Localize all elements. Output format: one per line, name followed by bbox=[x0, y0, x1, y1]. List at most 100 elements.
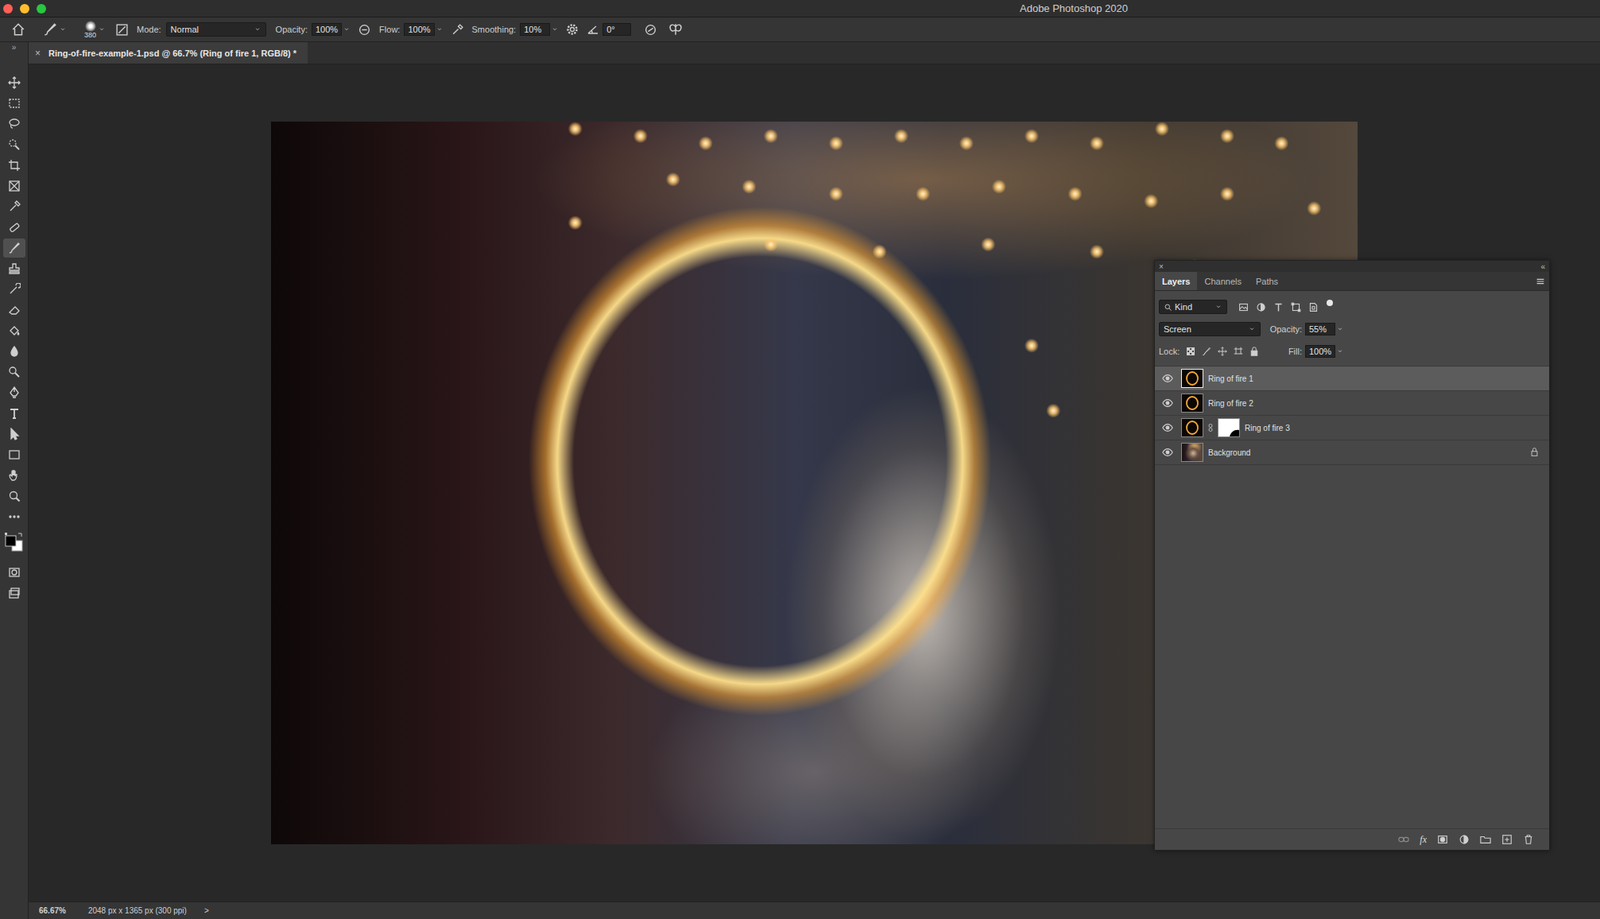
mode-dropdown[interactable]: Normal bbox=[166, 22, 267, 37]
tool-button[interactable] bbox=[3, 114, 26, 134]
tool-button[interactable] bbox=[3, 383, 26, 403]
mask-thumbnail[interactable] bbox=[1217, 418, 1240, 438]
hand-icon[interactable] bbox=[7, 468, 21, 482]
pen-icon[interactable] bbox=[7, 386, 21, 400]
document-tab[interactable]: ×Ring-of-fire-example-1.psd @ 66.7% (Rin… bbox=[28, 42, 308, 64]
eyedropper-icon[interactable] bbox=[7, 200, 21, 214]
pressure-opacity-icon[interactable] bbox=[357, 23, 372, 37]
home-icon[interactable] bbox=[11, 22, 26, 37]
blur-icon[interactable] bbox=[7, 344, 21, 358]
lock-artboard-icon[interactable] bbox=[1233, 346, 1244, 357]
crop-icon[interactable] bbox=[7, 158, 21, 172]
panel-collapse[interactable]: « bbox=[1540, 262, 1546, 272]
tool-button[interactable] bbox=[3, 321, 26, 341]
zoom-button[interactable] bbox=[36, 3, 47, 14]
layer-row[interactable]: Ring of fire 1 bbox=[1154, 366, 1550, 392]
tool-button[interactable] bbox=[3, 403, 26, 423]
shape-filter-icon[interactable] bbox=[1290, 302, 1302, 313]
healing-icon[interactable] bbox=[7, 220, 21, 234]
blend-mode-dropdown[interactable]: Screen bbox=[1158, 321, 1261, 337]
toolbar-expand[interactable]: » bbox=[11, 43, 17, 55]
caret-icon[interactable] bbox=[97, 25, 106, 34]
tool-button[interactable] bbox=[3, 465, 26, 485]
lock-position-icon[interactable] bbox=[1217, 346, 1228, 357]
type-filter-icon[interactable] bbox=[1273, 302, 1284, 313]
caret-icon[interactable] bbox=[58, 25, 67, 34]
tool-button[interactable] bbox=[3, 486, 26, 506]
tool-button[interactable] bbox=[3, 562, 26, 582]
zoom-icon[interactable] bbox=[7, 489, 21, 503]
visibility-toggle[interactable] bbox=[1161, 396, 1174, 410]
history-brush-icon[interactable] bbox=[7, 282, 21, 296]
smoothing-field[interactable]: 10% bbox=[519, 22, 560, 37]
visibility-toggle[interactable] bbox=[1161, 371, 1174, 385]
tool-button[interactable] bbox=[3, 197, 26, 217]
tool-button[interactable] bbox=[3, 424, 26, 444]
opacity-field[interactable]: 100% bbox=[311, 22, 352, 37]
tool-button[interactable] bbox=[3, 93, 26, 113]
new-group-icon[interactable] bbox=[1479, 833, 1492, 845]
filter-kind-dropdown[interactable]: Kind bbox=[1158, 299, 1228, 314]
panel-tab[interactable]: Layers bbox=[1154, 271, 1198, 291]
status-menu-arrow[interactable]: > bbox=[204, 906, 210, 915]
angle-field[interactable]: 0° bbox=[602, 22, 632, 37]
stamp-icon[interactable] bbox=[7, 262, 21, 276]
layer-style-button[interactable]: fx bbox=[1419, 833, 1427, 846]
lock-all-icon[interactable] bbox=[1249, 346, 1260, 357]
lock-transparent-icon[interactable] bbox=[1185, 346, 1196, 357]
tool-button[interactable] bbox=[3, 217, 26, 237]
visibility-toggle[interactable] bbox=[1161, 445, 1174, 459]
add-mask-icon[interactable] bbox=[1437, 833, 1449, 845]
smart-object-filter-icon[interactable] bbox=[1308, 302, 1319, 313]
airbrush-icon[interactable] bbox=[450, 23, 465, 37]
dodge-icon[interactable] bbox=[7, 365, 21, 379]
angle-icon[interactable] bbox=[586, 23, 600, 36]
fill-field[interactable]: 100% bbox=[1305, 344, 1345, 359]
tool-button[interactable] bbox=[3, 135, 26, 155]
marquee-icon[interactable] bbox=[7, 96, 21, 110]
adjustment-filter-icon[interactable] bbox=[1255, 302, 1267, 313]
tool-button[interactable] bbox=[3, 362, 26, 382]
tool-button[interactable] bbox=[3, 238, 26, 258]
eraser-icon[interactable] bbox=[7, 303, 21, 317]
panel-tab[interactable]: Paths bbox=[1248, 271, 1286, 291]
tool-button[interactable] bbox=[3, 300, 26, 320]
tool-button[interactable] bbox=[3, 259, 26, 279]
link-layers-icon[interactable] bbox=[1398, 833, 1410, 845]
layer-row[interactable]: Ring of fire 3 bbox=[1154, 415, 1550, 441]
new-layer-icon[interactable] bbox=[1501, 833, 1513, 845]
tool-button[interactable] bbox=[3, 176, 26, 196]
more-tools-icon[interactable] bbox=[7, 510, 21, 524]
rectangle-icon[interactable] bbox=[7, 448, 21, 462]
move-icon[interactable] bbox=[7, 76, 21, 90]
tool-button[interactable] bbox=[3, 73, 26, 93]
gear-icon[interactable] bbox=[565, 23, 579, 36]
tool-button[interactable] bbox=[3, 583, 26, 603]
layer-row[interactable]: Ring of fire 2 bbox=[1154, 391, 1550, 416]
link-icon[interactable] bbox=[1206, 423, 1215, 432]
frame-icon[interactable] bbox=[7, 179, 21, 193]
minimize-button[interactable] bbox=[19, 3, 30, 14]
panel-tab[interactable]: Channels bbox=[1197, 271, 1248, 291]
tool-button[interactable] bbox=[3, 341, 26, 361]
brush-settings-icon[interactable] bbox=[115, 23, 129, 37]
brush-icon[interactable] bbox=[7, 241, 21, 255]
color-swatches-icon[interactable] bbox=[4, 532, 24, 554]
bucket-icon[interactable] bbox=[7, 324, 21, 338]
visibility-toggle[interactable] bbox=[1161, 421, 1174, 434]
pressure-size-icon[interactable] bbox=[643, 23, 658, 37]
tool-button[interactable] bbox=[3, 445, 26, 465]
close-button[interactable] bbox=[3, 3, 13, 14]
filter-toggle[interactable] bbox=[1326, 299, 1333, 307]
quick-mask-icon[interactable] bbox=[7, 565, 21, 579]
tab-close[interactable]: × bbox=[34, 47, 41, 59]
pixel-filter-icon[interactable] bbox=[1238, 302, 1249, 313]
lock-image-icon[interactable] bbox=[1201, 346, 1212, 357]
brush-tool-icon[interactable] bbox=[42, 22, 58, 37]
panel-menu-icon[interactable] bbox=[1534, 271, 1546, 291]
tool-button[interactable] bbox=[3, 507, 26, 527]
flow-field[interactable]: 100% bbox=[403, 22, 444, 37]
tool-button[interactable] bbox=[3, 279, 26, 299]
path-select-icon[interactable] bbox=[7, 427, 21, 441]
layer-row[interactable]: Background bbox=[1154, 440, 1550, 465]
